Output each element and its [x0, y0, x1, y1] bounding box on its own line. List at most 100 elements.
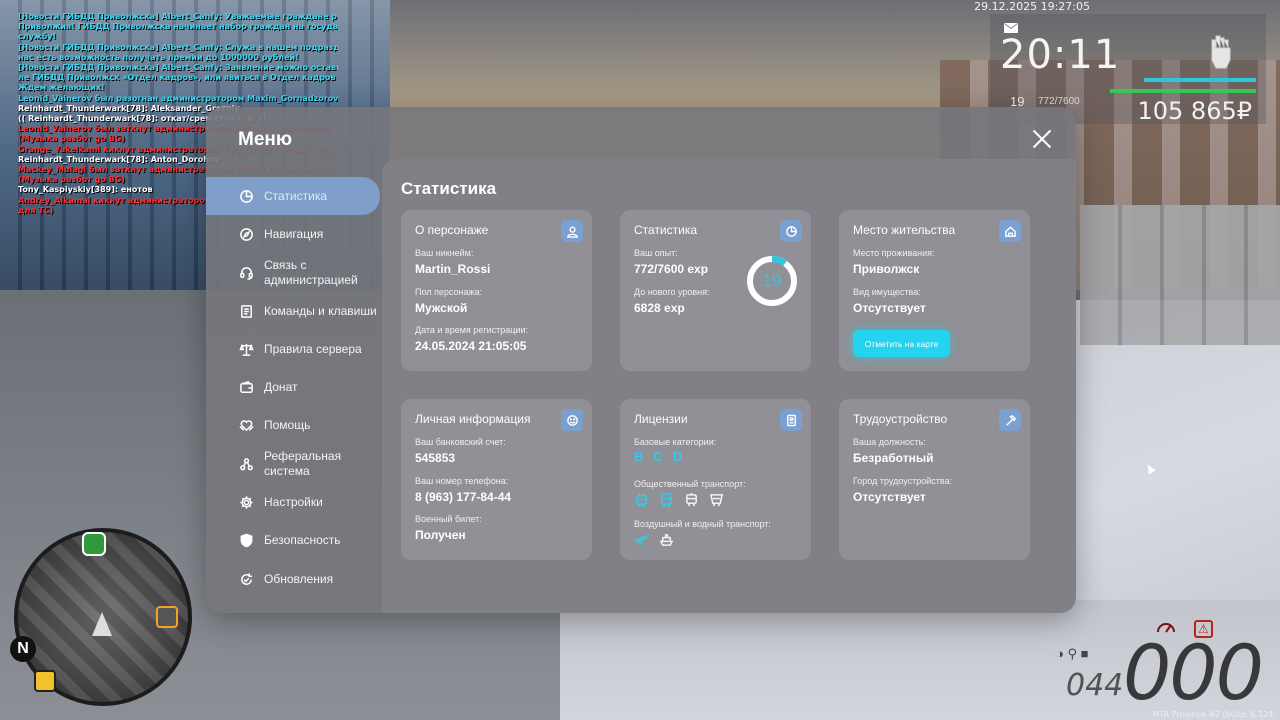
fuel-readout: 044	[1066, 668, 1124, 703]
hud-time: 20:11	[1000, 32, 1121, 78]
sidebar-item-label: Связь с администрацией	[264, 257, 358, 287]
hud-date: 29.12.2025 19:27:05	[974, 0, 1090, 13]
main-menu: Меню Статистика Навигация Связь с админист…	[206, 107, 1076, 613]
sidebar-item-label: Команды и клавиши	[264, 303, 377, 318]
reg-label: Дата и время регистрации:	[415, 325, 528, 335]
card-employment: Трудоустройство Ваша должность: Безработ…	[839, 399, 1030, 560]
sidebar-item-label: Помощь	[264, 418, 311, 433]
nick-label: Ваш никнейм:	[415, 248, 474, 258]
player-arrow-icon	[92, 612, 112, 636]
sidebar-item-label: Настройки	[264, 495, 323, 510]
chat-line: [Новости ГИБДД Приволжска] Albert_Canfy:…	[18, 12, 338, 21]
close-icon[interactable]	[1030, 127, 1054, 151]
content-title: Статистика	[401, 179, 497, 198]
sidebar-item-refresh[interactable]: Обновления	[206, 560, 380, 598]
mark-on-map-button[interactable]: Отметить на карте	[853, 330, 950, 357]
wallet-icon	[238, 380, 254, 396]
bank-label: Ваш банковский счет:	[415, 437, 506, 447]
public-transport-label: Общественный транспорт:	[634, 479, 746, 489]
card-title: Статистика	[634, 223, 698, 237]
category-c: C	[653, 449, 663, 464]
gender-value: Мужской	[415, 301, 468, 315]
heart-hands-icon	[238, 418, 254, 434]
public-transport-icons	[634, 492, 724, 507]
health-bar	[1110, 89, 1256, 93]
pie-chart-icon	[780, 220, 802, 242]
minimap-blip-vehicle	[82, 532, 106, 556]
house-icon	[999, 220, 1021, 242]
minimap-blip-taxi	[34, 670, 56, 692]
chat-line: Приволжия! ГИБДД Приволжска начинает наб…	[18, 22, 338, 32]
hunger-bar	[1144, 78, 1256, 82]
base-categories-label: Базовые категории:	[634, 437, 717, 447]
chat-line: [Новости ГИБДД Приволжска] Albert_Canfy:…	[18, 63, 338, 73]
chat-line: нас есть возможность получать премии до …	[18, 52, 299, 62]
bank-value: 545853	[415, 451, 456, 465]
reg-value: 24.05.2024 21:05:05	[415, 339, 527, 353]
id-card-icon	[780, 409, 802, 431]
nick-value: Martin_Rossi	[415, 262, 491, 276]
sidebar-item-heart-hands[interactable]: Помощь	[206, 407, 380, 445]
sidebar-item-label: Реферальная система	[264, 449, 342, 479]
speed-readout: 000	[1122, 628, 1264, 717]
compass-icon	[238, 226, 254, 242]
chat-line: службу!	[18, 32, 57, 42]
hud-money: 105 865₽	[1137, 97, 1252, 125]
category-b: B	[634, 449, 644, 464]
vehicle-status-icons: ◑ ⚲ ■	[1056, 646, 1089, 661]
sidebar-item-network[interactable]: Реферальная система	[206, 445, 380, 483]
speedometer: ⚠ ◑ ⚲ ■ 044 000	[1056, 620, 1266, 717]
north-indicator: N	[10, 636, 36, 662]
card-title: Лицензии	[634, 412, 688, 426]
property-label: Вид имущества:	[853, 287, 921, 297]
trolleybus-icon	[634, 492, 649, 507]
sidebar-item-scales[interactable]: Правила сервера	[206, 330, 380, 368]
user-icon	[561, 220, 583, 242]
fist-icon	[1206, 34, 1236, 78]
menu-title: Меню	[238, 129, 293, 150]
tram-icon	[684, 492, 699, 507]
fence	[1080, 205, 1280, 345]
phone-value: 8 (963) 177-84-44	[415, 490, 512, 504]
phone-label: Ваш номер телефона:	[415, 476, 509, 486]
scales-icon	[238, 341, 254, 357]
work-city-label: Город трудоустройства:	[853, 476, 953, 486]
exp-value: 772/7600 exp	[634, 262, 709, 276]
sidebar-item-gear[interactable]: Настройки	[206, 483, 380, 521]
place-label: Место проживания:	[853, 248, 935, 258]
next-level-label: До нового уровня:	[634, 287, 710, 297]
gear-icon	[238, 495, 254, 511]
hud-exp: 772/7600	[1038, 96, 1080, 107]
category-d: D	[672, 449, 683, 464]
card-personal: Личная информация Ваш банковский счет: 5…	[401, 399, 592, 560]
level-number: 19	[762, 271, 782, 290]
headset-icon	[238, 265, 254, 281]
chat-line: Ждем желающих!	[18, 83, 105, 93]
sidebar-item-compass[interactable]: Навигация	[206, 215, 380, 253]
base-categories: B C D	[634, 449, 682, 464]
air-water-transport-icons	[634, 532, 674, 547]
sidebar-item-document[interactable]: Команды и клавиши	[206, 292, 380, 330]
minimap-blip-building	[156, 606, 178, 628]
sidebar-item-headset[interactable]: Связь с администрацией	[206, 254, 380, 292]
build-info: MTA Province #2 (build: 6.124.	[1152, 710, 1276, 719]
sidebar-item-label: Правила сервера	[264, 341, 362, 356]
place-value: Приволжск	[853, 262, 920, 276]
card-title: О персонаже	[415, 223, 489, 237]
sidebar-item-label: Донат	[264, 380, 298, 395]
exp-label: Ваш опыт:	[634, 248, 678, 258]
chat-line: Leonid_Vainerov был разогнан администрат…	[18, 93, 338, 103]
sidebar-item-shield[interactable]: Безопасность	[206, 522, 380, 560]
chat-line: [Новости ГИБДД Приволжска] Albert_Canfy:…	[18, 42, 338, 52]
sidebar-item-label: Статистика	[264, 188, 328, 203]
hammer-icon	[999, 409, 1021, 431]
card-title: Личная информация	[415, 412, 531, 426]
sidebar-item-label: Навигация	[264, 226, 324, 241]
airplane-icon	[634, 532, 649, 547]
metro-icon	[709, 492, 724, 507]
sidebar-item-wallet[interactable]: Донат	[206, 368, 380, 406]
sidebar-item-stats[interactable]: Статистика	[206, 177, 380, 216]
air-water-transport-label: Воздушный и водный транспорт:	[634, 519, 771, 529]
refresh-icon	[238, 571, 254, 587]
gender-label: Пол персонажа:	[415, 287, 483, 297]
